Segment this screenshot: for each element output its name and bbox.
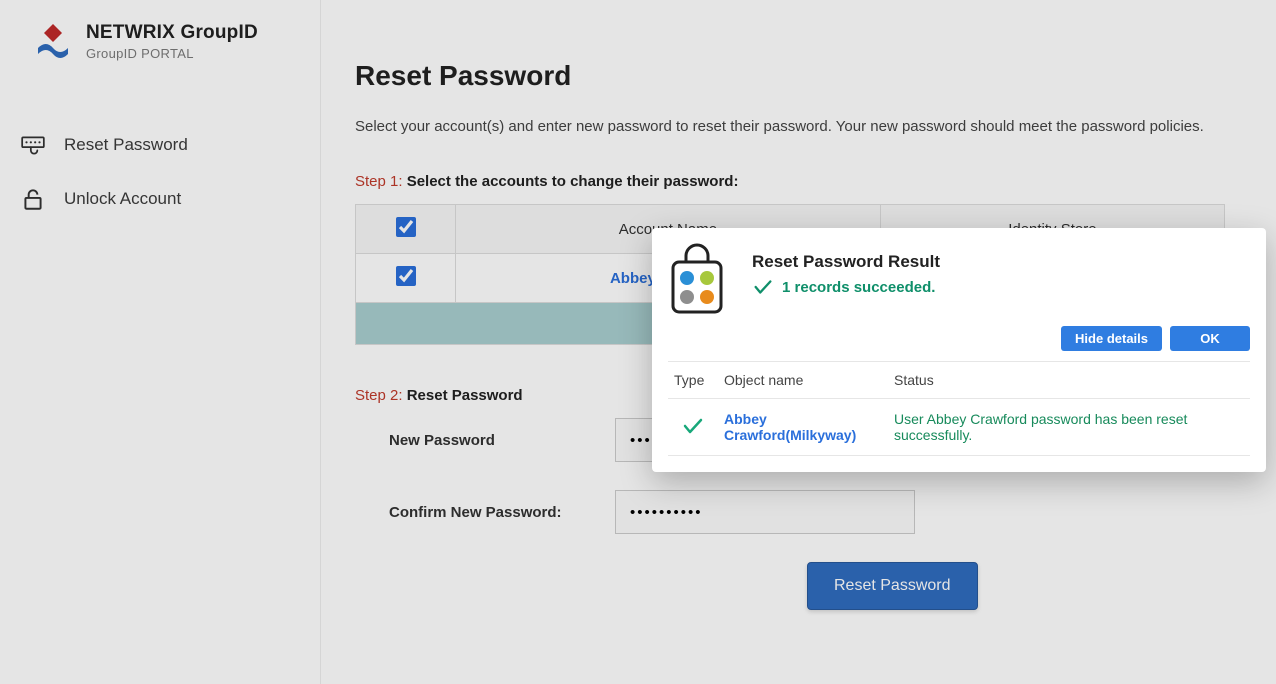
col-status: Status bbox=[888, 362, 1250, 399]
reset-password-result-modal: Reset Password Result 1 records succeede… bbox=[652, 228, 1266, 472]
row-object-name[interactable]: Abbey Crawford(Milkyway) bbox=[718, 399, 888, 456]
check-icon bbox=[681, 414, 705, 438]
result-details-table: Type Object name Status Abbey Crawford(M… bbox=[668, 361, 1250, 456]
hide-details-button[interactable]: Hide details bbox=[1061, 326, 1162, 351]
modal-success-summary: 1 records succeeded. bbox=[752, 276, 940, 298]
row-status: User Abbey Crawford password has been re… bbox=[888, 399, 1250, 456]
check-icon bbox=[752, 276, 774, 298]
lock-colors-icon bbox=[668, 242, 726, 316]
modal-title: Reset Password Result bbox=[752, 252, 940, 272]
ok-button[interactable]: OK bbox=[1170, 326, 1250, 351]
col-type: Type bbox=[668, 362, 718, 399]
col-object-name: Object name bbox=[718, 362, 888, 399]
table-row: Abbey Crawford(Milkyway) User Abbey Craw… bbox=[668, 399, 1250, 456]
modal-success-text: 1 records succeeded. bbox=[782, 279, 935, 296]
